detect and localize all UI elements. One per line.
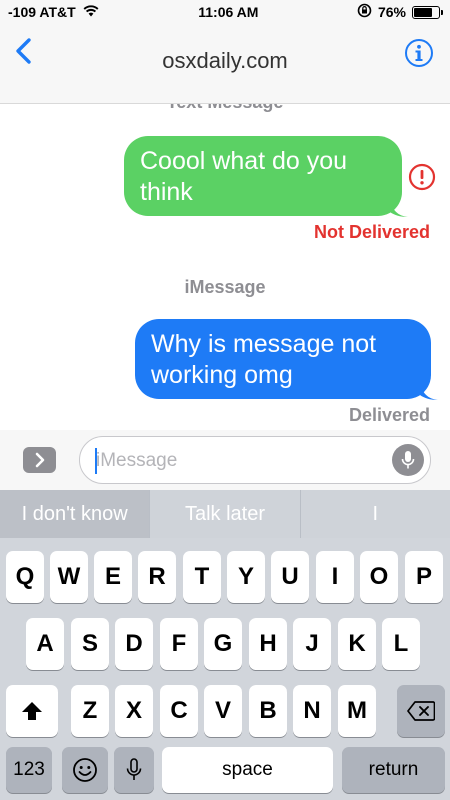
shift-key[interactable] bbox=[6, 685, 58, 737]
clock: 11:06 AM bbox=[198, 4, 259, 20]
imessage-bubble[interactable]: Why is message not working omg bbox=[135, 319, 431, 399]
carrier-label: -109 AT&T bbox=[8, 4, 76, 20]
key-h[interactable]: H bbox=[249, 618, 287, 670]
emoji-icon bbox=[73, 758, 97, 782]
key-j[interactable]: J bbox=[293, 618, 331, 670]
key-x[interactable]: X bbox=[115, 685, 153, 737]
conversation[interactable]: Text Message Coool what do you think Not… bbox=[0, 104, 450, 430]
key-t[interactable]: T bbox=[183, 551, 221, 603]
key-w[interactable]: W bbox=[50, 551, 88, 603]
return-key[interactable]: return bbox=[342, 747, 445, 793]
suggestion-2[interactable]: Talk later bbox=[149, 490, 299, 538]
key-f[interactable]: F bbox=[160, 618, 198, 670]
space-key[interactable]: space bbox=[162, 747, 333, 793]
key-k[interactable]: K bbox=[338, 618, 376, 670]
suggestion-1[interactable]: I don't know bbox=[0, 490, 150, 538]
exclamation-icon bbox=[408, 163, 436, 191]
microphone-icon bbox=[126, 758, 142, 780]
key-m[interactable]: M bbox=[338, 685, 376, 737]
message-field[interactable] bbox=[79, 436, 431, 484]
key-u[interactable]: U bbox=[271, 551, 309, 603]
bubble-tail bbox=[390, 200, 408, 217]
shift-icon bbox=[22, 702, 42, 720]
key-g[interactable]: G bbox=[204, 618, 242, 670]
key-s[interactable]: S bbox=[71, 618, 109, 670]
contact-title[interactable]: osxdaily.com bbox=[0, 48, 450, 74]
message-input[interactable] bbox=[96, 447, 376, 475]
emoji-key[interactable] bbox=[62, 747, 108, 793]
key-p[interactable]: P bbox=[405, 551, 443, 603]
battery-level bbox=[414, 7, 433, 17]
bubble-tail bbox=[420, 383, 438, 400]
key-e[interactable]: E bbox=[94, 551, 132, 603]
key-q[interactable]: Q bbox=[6, 551, 44, 603]
text-cursor bbox=[95, 448, 97, 474]
sms-message-bubble[interactable]: Coool what do you think bbox=[124, 136, 402, 216]
apps-button[interactable] bbox=[23, 447, 56, 473]
key-v[interactable]: V bbox=[204, 685, 242, 737]
wifi-icon bbox=[82, 4, 100, 20]
predictive-bar: I don't know Talk later I bbox=[0, 490, 450, 538]
dictation-key[interactable] bbox=[114, 747, 154, 793]
service-label-text-message: Text Message bbox=[0, 104, 450, 113]
info-button[interactable] bbox=[404, 38, 434, 68]
battery-percent: 76% bbox=[377, 4, 406, 20]
key-y[interactable]: Y bbox=[227, 551, 265, 603]
dictation-button[interactable] bbox=[392, 444, 424, 476]
status-left: -109 AT&T bbox=[8, 4, 100, 20]
status-right: 76% bbox=[357, 3, 443, 21]
key-a[interactable]: A bbox=[26, 618, 64, 670]
battery-icon bbox=[412, 5, 443, 19]
delete-key[interactable] bbox=[397, 685, 445, 737]
error-icon[interactable] bbox=[408, 163, 436, 191]
key-d[interactable]: D bbox=[115, 618, 153, 670]
key-o[interactable]: O bbox=[360, 551, 398, 603]
key-i[interactable]: I bbox=[316, 551, 354, 603]
key-z[interactable]: Z bbox=[71, 685, 109, 737]
key-l[interactable]: L bbox=[382, 618, 420, 670]
delivered-status: Delivered bbox=[348, 405, 430, 425]
nav-bar: osxdaily.com bbox=[0, 24, 450, 104]
numbers-key[interactable]: 123 bbox=[6, 747, 52, 793]
orientation-lock-icon bbox=[357, 3, 372, 21]
not-delivered-status: Not Delivered bbox=[313, 222, 430, 242]
key-c[interactable]: C bbox=[160, 685, 198, 737]
chevron-right-icon bbox=[35, 452, 44, 468]
compose-bar bbox=[0, 430, 450, 490]
keyboard: Q W E R T Y U I O P A S D F G H J K L Z … bbox=[0, 538, 450, 800]
key-b[interactable]: B bbox=[249, 685, 287, 737]
key-r[interactable]: R bbox=[138, 551, 176, 603]
delete-icon bbox=[407, 701, 435, 721]
key-n[interactable]: N bbox=[293, 685, 331, 737]
info-icon bbox=[405, 39, 433, 67]
suggestion-3[interactable]: I bbox=[299, 490, 450, 538]
status-bar: -109 AT&T 11:06 AM 76% bbox=[0, 0, 450, 24]
service-label-imessage: iMessage bbox=[184, 277, 266, 297]
microphone-icon bbox=[401, 451, 415, 469]
